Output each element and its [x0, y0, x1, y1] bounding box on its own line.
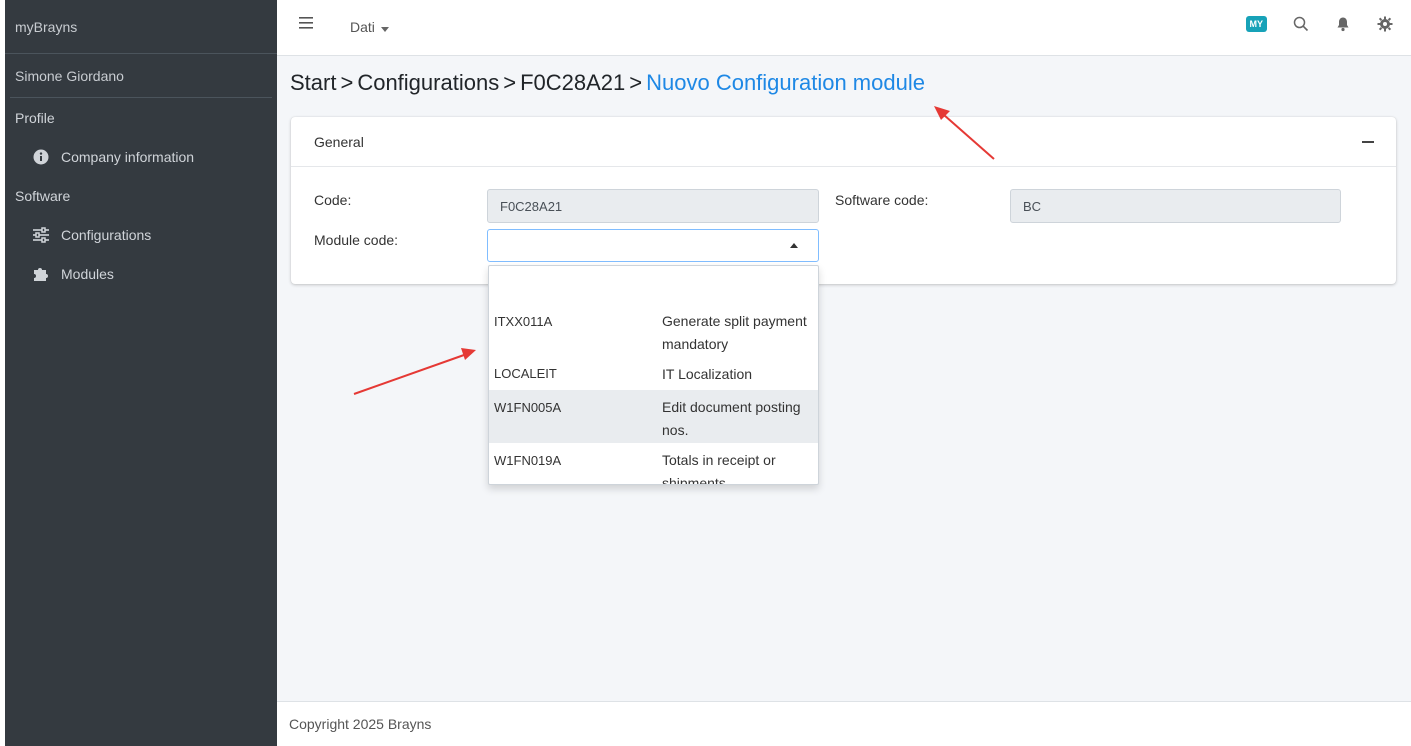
breadcrumb: Start > Configurations > F0C28A21 > Nuovo Conf… [290, 70, 925, 96]
code-field: F0C28A21 [487, 189, 819, 223]
footer: Copyright 2025 Brayns [277, 701, 1411, 746]
option-description: IT Localization [662, 366, 753, 382]
option-code: ITXX011A [494, 314, 553, 329]
option-code: W1FN019A [494, 453, 562, 468]
card-header: General [291, 117, 1396, 167]
topbar-actions: MY [1245, 16, 1394, 32]
dropdown-option[interactable]: W1FN019A Totals in receipt or shipments [489, 443, 818, 485]
my-badge[interactable]: MY [1245, 16, 1267, 32]
info-circle-icon [31, 147, 51, 167]
option-description: Totals in receipt or shipments [662, 452, 776, 485]
option-description: Generate split payment mandatory [662, 313, 807, 352]
breadcrumb-config-code[interactable]: F0C28A21 [520, 70, 625, 95]
gear-icon[interactable] [1377, 16, 1393, 32]
page-title: Nuovo Configuration module [646, 70, 925, 95]
brand-logo-text[interactable]: myBrayns [0, 0, 277, 54]
puzzle-icon [31, 264, 51, 284]
user-name[interactable]: Simone Giordano [10, 54, 272, 98]
dati-menu-dropdown[interactable]: Dati [350, 19, 389, 35]
option-code: W1FN005A [494, 400, 562, 415]
caret-up-icon [790, 243, 798, 248]
dropdown-option-highlighted[interactable]: W1FN005A Edit document posting nos. [489, 390, 818, 443]
dropdown-option[interactable]: LOCALEIT IT Localization [489, 360, 818, 390]
collapse-minus-icon[interactable] [1362, 141, 1374, 143]
sidebar-item-label: Modules [61, 265, 114, 282]
bell-icon[interactable] [1335, 16, 1351, 32]
sidebar-item-label: Configurations [61, 226, 152, 243]
code-label: Code: [314, 192, 352, 208]
module-code-label: Module code: [314, 232, 399, 248]
sidebar: myBrayns Simone Giordano Profile Company… [0, 0, 277, 746]
option-code: LOCALEIT [494, 366, 557, 381]
hamburger-menu-icon[interactable] [299, 16, 321, 38]
breadcrumb-configurations[interactable]: Configurations [357, 70, 499, 95]
copyright-text: Copyright 2025 Brayns [289, 716, 432, 732]
sidebar-item-label: Company information [61, 148, 195, 165]
module-code-dropdown[interactable]: ITXX011A Generate split payment mandator… [488, 265, 819, 485]
module-code-select[interactable] [487, 229, 819, 262]
dati-menu-label: Dati [350, 19, 375, 35]
option-description: Edit document posting nos. [662, 399, 801, 438]
nav-header-profile: Profile [15, 109, 55, 126]
search-icon[interactable] [1293, 16, 1309, 32]
sidebar-item-modules[interactable]: Modules [0, 254, 277, 293]
sidebar-item-configurations[interactable]: Configurations [0, 215, 277, 254]
breadcrumb-separator: > [340, 70, 354, 95]
breadcrumb-separator: > [629, 70, 643, 95]
software-code-label: Software code: [835, 192, 929, 208]
caret-down-icon [380, 19, 389, 35]
annotation-arrow-dropdown [353, 348, 476, 395]
breadcrumb-start[interactable]: Start [290, 70, 336, 95]
topbar: Dati MY [277, 0, 1411, 56]
sliders-icon [31, 225, 51, 245]
nav-header-software: Software [15, 187, 71, 204]
software-code-field: BC [1010, 189, 1341, 223]
dropdown-option[interactable]: ITXX011A Generate split payment mandator… [489, 304, 818, 354]
breadcrumb-separator: > [503, 70, 517, 95]
sidebar-item-company-information[interactable]: Company information [0, 137, 277, 176]
card-title: General [314, 133, 364, 150]
